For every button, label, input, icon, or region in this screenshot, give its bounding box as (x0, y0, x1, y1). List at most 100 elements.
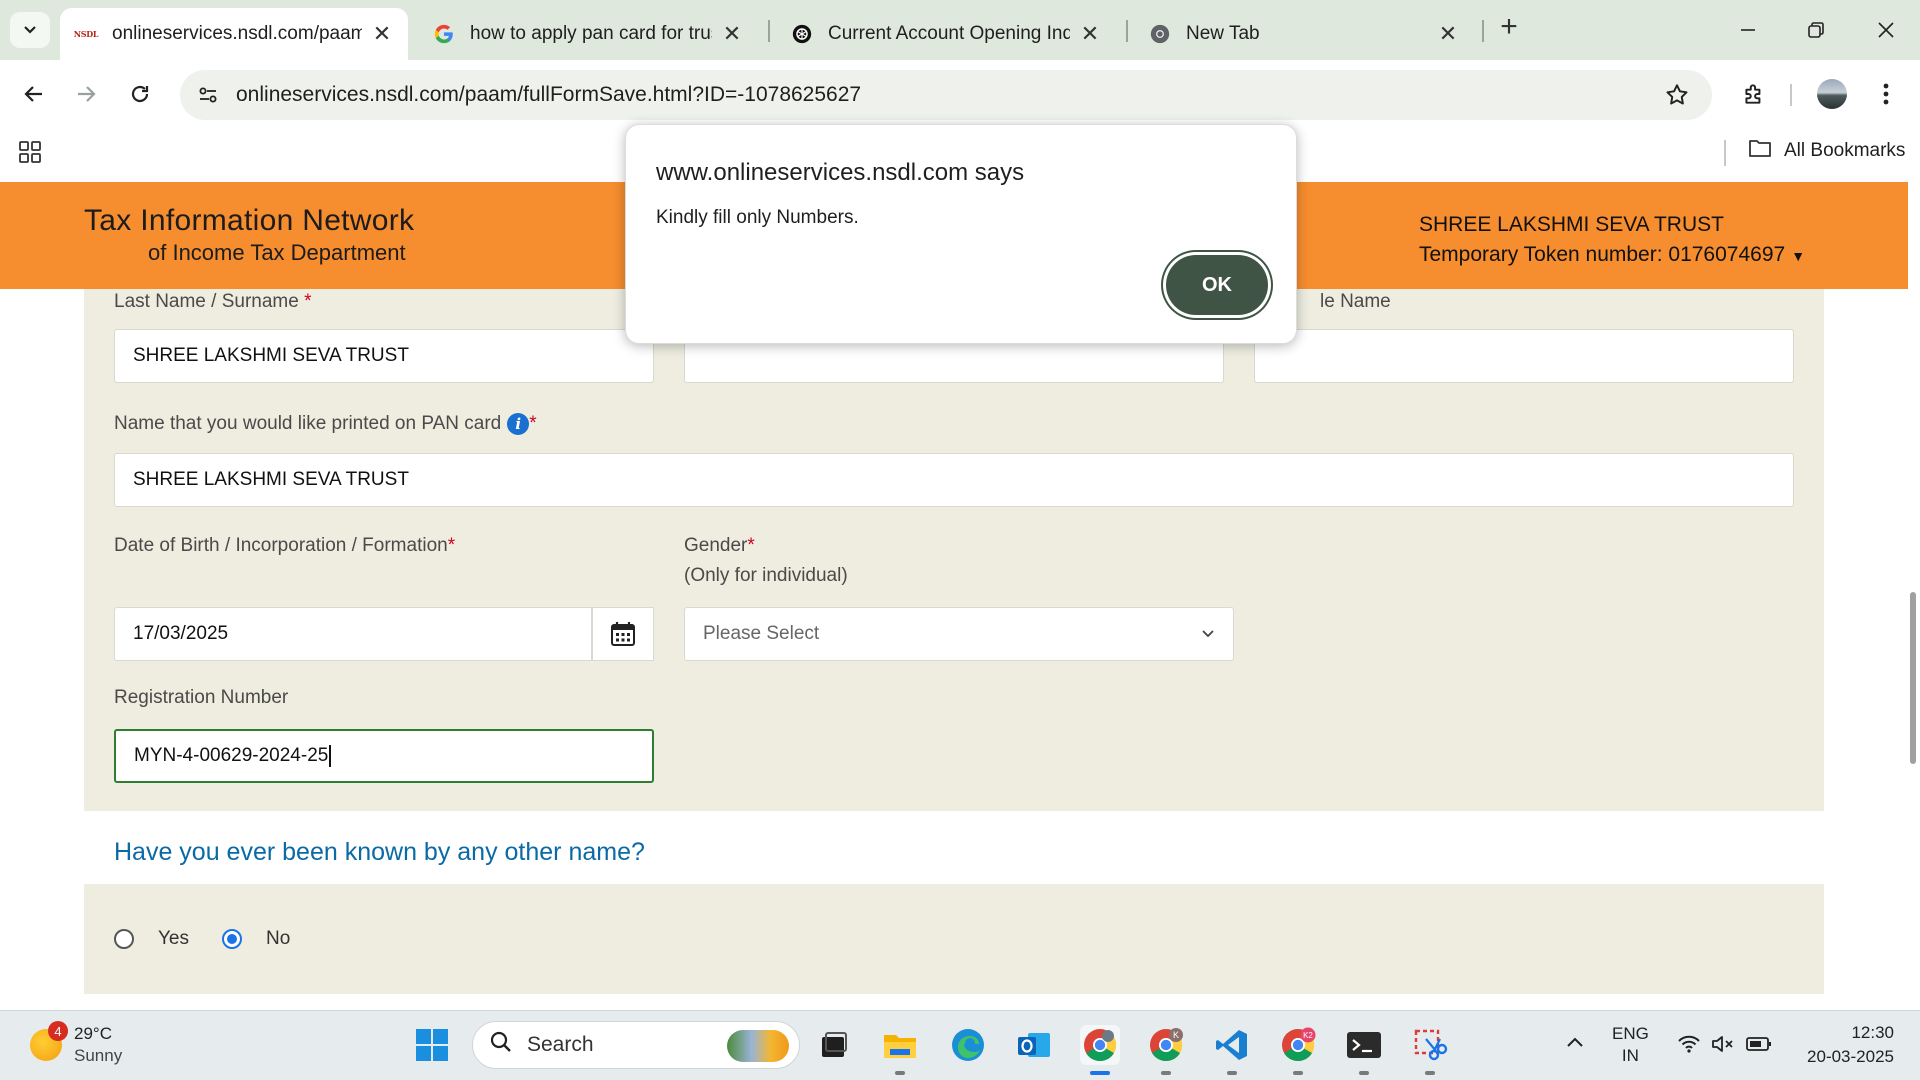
dob-input[interactable]: 17/03/2025 (114, 607, 592, 661)
text-caret (329, 745, 332, 767)
dialog-message: Kindly fill only Numbers. (656, 207, 859, 228)
avatar (1817, 79, 1847, 109)
calendar-icon (611, 622, 635, 646)
windows-start-icon[interactable] (412, 1025, 452, 1065)
chrome-profile-k2-icon[interactable]: K2 (1278, 1025, 1318, 1075)
close-tab-icon[interactable]: ✕ (1436, 21, 1460, 46)
applicant-info[interactable]: SHREE LAKSHMI SEVA TRUST Temporary Token… (1419, 210, 1805, 271)
chrome-taskbar-icon[interactable] (1080, 1025, 1120, 1075)
printed-name-label: Name that you would like printed on PAN … (114, 412, 537, 435)
last-name-label: Last Name / Surname * (114, 291, 312, 312)
input-language-indicator[interactable]: ENG IN (1612, 1023, 1649, 1067)
vscode-icon[interactable] (1212, 1025, 1252, 1075)
running-indicator (1227, 1071, 1237, 1075)
volume-muted-icon[interactable] (1710, 1031, 1736, 1057)
tab-new-tab[interactable]: New Tab ✕ (1134, 8, 1474, 60)
extensions-icon[interactable] (1734, 74, 1774, 114)
sun-icon: 4 (30, 1021, 68, 1061)
url-text[interactable]: onlineservices.nsdl.com/paam/fullFormSav… (236, 83, 861, 107)
clock-date: 20-03-2025 (1807, 1047, 1894, 1066)
browser-tab-strip: NSDL onlineservices.nsdl.com/paam/f ✕ ho… (0, 0, 1920, 60)
radio-yes-label: Yes (158, 928, 189, 949)
logo-subtitle: of Income Tax Department (148, 240, 406, 265)
radio-yes-option[interactable]: Yes (114, 928, 189, 950)
weather-temp: 29°C (74, 1024, 112, 1043)
toolbar-separator (1790, 84, 1792, 106)
system-clock[interactable]: 12:30 20-03-2025 (1796, 1021, 1894, 1069)
calendar-button[interactable] (592, 607, 654, 661)
bookmark-star-icon[interactable] (1664, 82, 1690, 108)
chrome-profile-k-icon[interactable]: K (1146, 1025, 1186, 1075)
running-indicator (1293, 1071, 1303, 1075)
token-number: Temporary Token number: 0176074697 (1419, 243, 1786, 266)
new-tab-plus-icon[interactable]: + (1495, 12, 1523, 42)
close-tab-icon[interactable]: ✕ (1078, 21, 1102, 46)
page-scrollbar[interactable] (1910, 592, 1916, 764)
weather-condition: Sunny (74, 1046, 123, 1065)
close-window-icon[interactable] (1866, 10, 1906, 50)
restore-icon[interactable] (1796, 10, 1836, 50)
snipping-tool-icon[interactable] (1410, 1025, 1450, 1075)
region-code: IN (1621, 1046, 1639, 1065)
minimize-icon[interactable] (1728, 10, 1768, 50)
forward-arrow-icon[interactable] (66, 74, 106, 114)
tab-current-account[interactable]: Current Account Opening Inqui ✕ (776, 8, 1116, 60)
taskbar-search[interactable]: Search (472, 1021, 800, 1069)
registration-number-label: Registration Number (114, 687, 289, 708)
google-favicon (432, 22, 456, 46)
bookmarks-separator (1724, 140, 1726, 166)
dob-value: 17/03/2025 (133, 623, 229, 644)
svg-text:K2: K2 (1303, 1031, 1313, 1040)
gender-select[interactable]: Please Select (684, 607, 1234, 661)
all-bookmarks-button[interactable]: All Bookmarks (1748, 138, 1905, 164)
reload-icon[interactable] (120, 74, 160, 114)
radio-yes[interactable] (114, 929, 134, 949)
tab-google-search[interactable]: how to apply pan card for trust ✕ (418, 8, 758, 60)
back-arrow-icon[interactable] (14, 74, 54, 114)
last-name-input[interactable]: SHREE LAKSHMI SEVA TRUST (114, 329, 654, 383)
terminal-icon[interactable] (1344, 1025, 1384, 1075)
radio-no[interactable] (222, 929, 242, 949)
file-explorer-icon[interactable] (880, 1025, 920, 1075)
address-bar[interactable]: onlineservices.nsdl.com/paam/fullFormSav… (180, 70, 1712, 120)
info-icon[interactable]: i (507, 412, 530, 435)
close-tab-icon[interactable]: ✕ (370, 21, 394, 46)
middle-name-input[interactable] (1254, 329, 1794, 383)
logo-title: Tax Information Network (84, 204, 415, 237)
edge-icon[interactable] (948, 1025, 988, 1065)
ok-button[interactable]: OK (1166, 255, 1268, 315)
tin-logo: Tax Information Network of Income Tax De… (84, 204, 414, 266)
tab-title: onlineservices.nsdl.com/paam/f (112, 23, 362, 44)
outlook-icon[interactable] (1014, 1025, 1054, 1065)
chevron-down-icon (24, 26, 36, 34)
printed-name-value: SHREE LAKSHMI SEVA TRUST (133, 469, 409, 490)
registration-number-input[interactable]: MYN-4-00629-2024-25 (114, 729, 654, 783)
close-tab-icon[interactable]: ✕ (720, 21, 744, 46)
running-indicator (895, 1071, 905, 1075)
applicant-name: SHREE LAKSHMI SEVA TRUST (1419, 213, 1724, 236)
site-info-icon[interactable] (192, 79, 224, 111)
apps-grid-icon[interactable] (18, 140, 42, 164)
tab-search-button[interactable] (10, 12, 50, 48)
windows-taskbar: 4 29°C Sunny Search K K2 ENG IN 12:30 20… (0, 1010, 1920, 1080)
radio-no-option[interactable]: No (222, 928, 290, 950)
show-hidden-icons-chevron-up-icon[interactable] (1566, 1033, 1584, 1054)
browser-menu-icon[interactable] (1866, 74, 1906, 114)
tab-nsdl[interactable]: NSDL onlineservices.nsdl.com/paam/f ✕ (60, 8, 408, 60)
search-icon (489, 1030, 513, 1060)
other-name-radio-panel: Yes No (84, 884, 1824, 994)
browser-toolbar: onlineservices.nsdl.com/paam/fullFormSav… (0, 60, 1920, 128)
dob-label: Date of Birth / Incorporation / Formatio… (114, 535, 456, 556)
profile-avatar[interactable] (1812, 74, 1852, 114)
other-name-question: Have you ever been known by any other na… (114, 838, 645, 866)
last-name-value: SHREE LAKSHMI SEVA TRUST (133, 345, 409, 366)
battery-icon[interactable] (1746, 1031, 1772, 1057)
tab-title: New Tab (1186, 23, 1260, 44)
weather-widget[interactable]: 4 29°C Sunny (30, 1021, 123, 1067)
dialog-title: www.onlineservices.nsdl.com says (656, 159, 1025, 186)
task-view-icon[interactable] (814, 1025, 854, 1065)
folder-icon (1748, 138, 1772, 164)
wifi-icon[interactable] (1676, 1031, 1702, 1057)
gender-note: (Only for individual) (684, 565, 848, 586)
printed-name-input[interactable]: SHREE LAKSHMI SEVA TRUST (114, 453, 1794, 507)
